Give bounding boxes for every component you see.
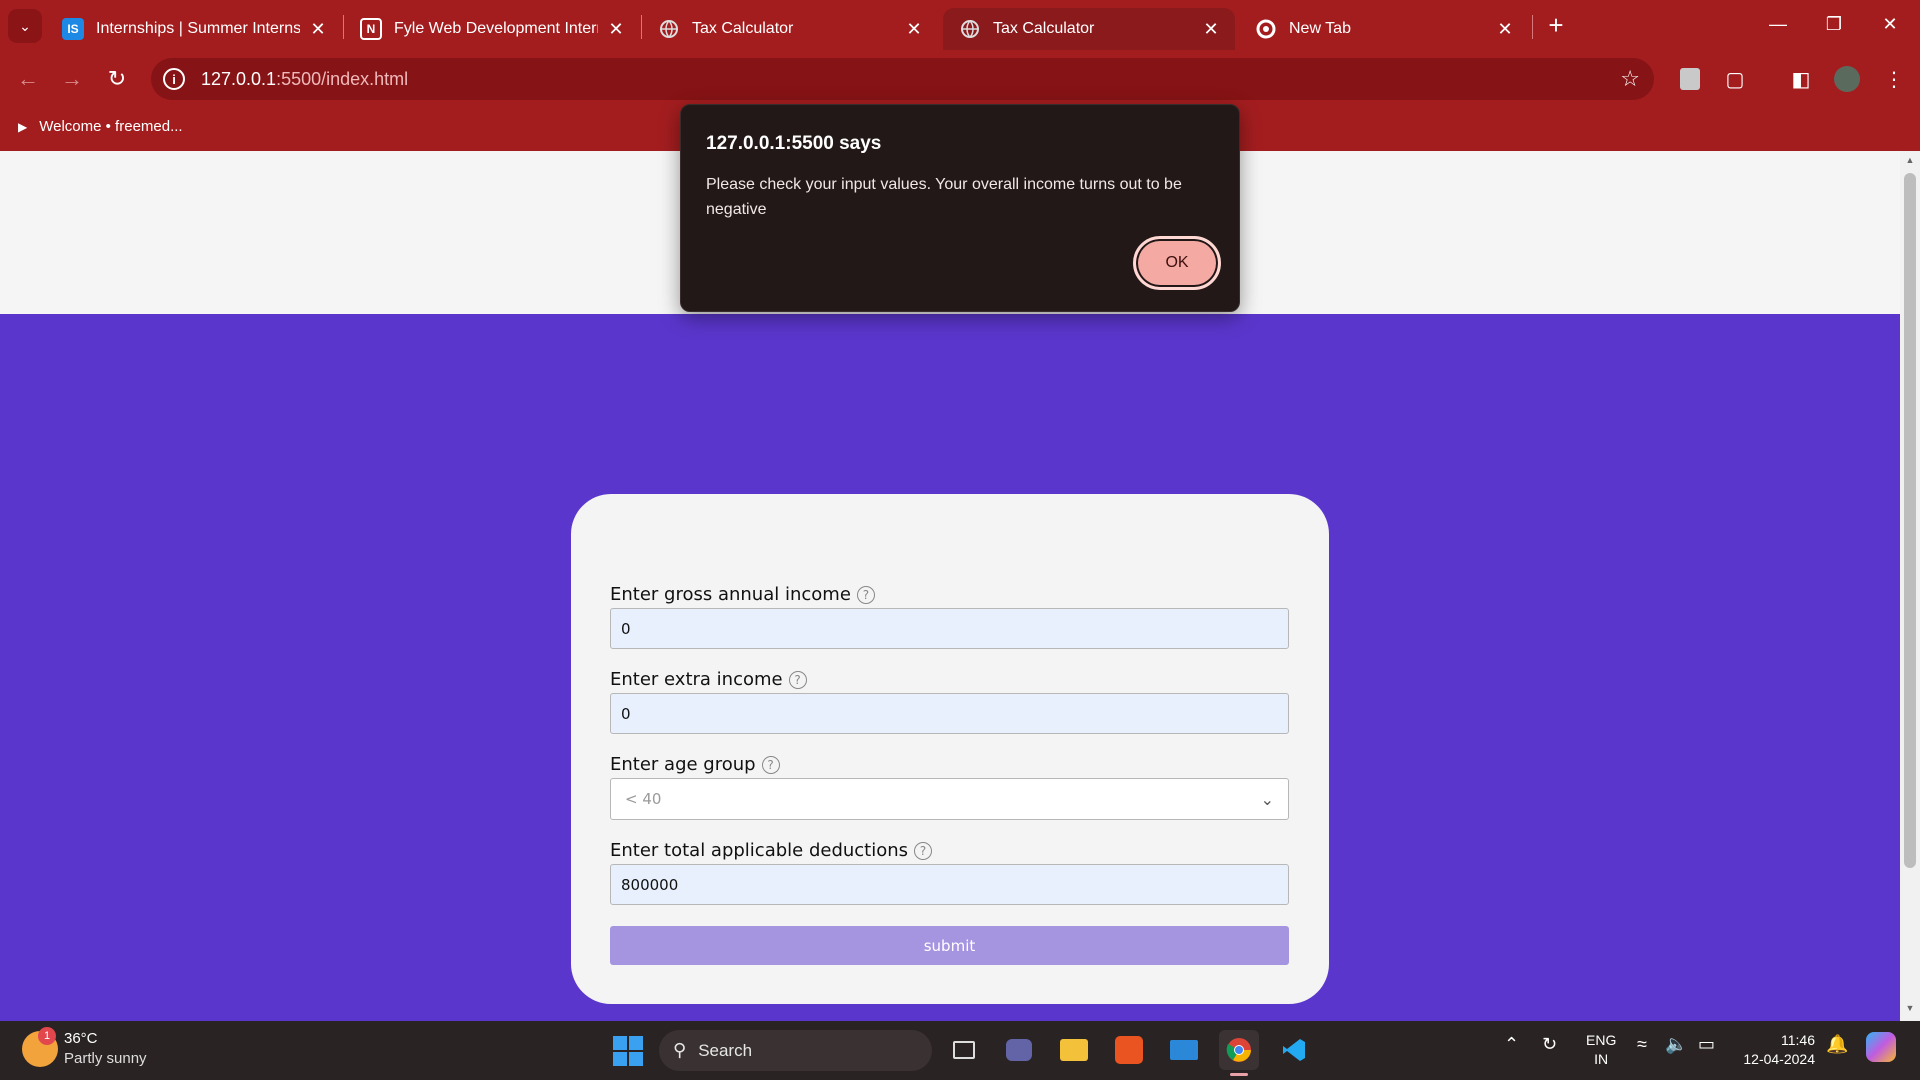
notification-badge: 1 xyxy=(38,1027,56,1045)
address-bar[interactable]: i 127.0.0.1:5500/index.html ☆ xyxy=(151,58,1654,100)
partly-sunny-icon: 1 xyxy=(22,1027,58,1067)
new-tab-plus-icon[interactable]: + xyxy=(1541,10,1571,40)
globe-icon xyxy=(658,18,680,40)
weather-widget[interactable]: 1 36°C Partly sunny xyxy=(22,1027,147,1069)
language-indicator[interactable]: ENG IN xyxy=(1586,1031,1616,1069)
deductions-input[interactable] xyxy=(610,864,1289,905)
help-icon[interactable]: ? xyxy=(856,585,875,604)
help-icon[interactable]: ? xyxy=(761,755,780,774)
side-panel-icon[interactable]: ◧ xyxy=(1784,62,1818,96)
bookmark-star-icon[interactable]: ☆ xyxy=(1620,66,1640,92)
bookmark-label: Welcome • freemed... xyxy=(39,118,183,135)
tab-tax-calculator-2[interactable]: Tax Calculator ✕ xyxy=(943,8,1235,50)
chevron-down-icon: ⌄ xyxy=(1260,789,1274,809)
gross-income-label: Enter gross annual income ? xyxy=(610,584,875,605)
tab-title: Tax Calculator xyxy=(692,20,794,37)
scroll-thumb[interactable] xyxy=(1904,173,1916,868)
vscode-icon[interactable] xyxy=(1274,1030,1314,1070)
copilot-icon[interactable] xyxy=(1866,1032,1896,1062)
tab-title: New Tab xyxy=(1289,20,1351,37)
tab-separator xyxy=(1532,15,1533,39)
help-icon[interactable]: ? xyxy=(914,841,933,860)
tray-overflow-chevron-icon[interactable]: ⌃ xyxy=(1504,1034,1519,1055)
close-icon[interactable]: ✕ xyxy=(1201,19,1221,39)
ubuntu-icon[interactable] xyxy=(1109,1030,1149,1070)
notification-bell-icon[interactable]: 🔔 xyxy=(1826,1034,1848,1055)
sync-icon[interactable]: ↻ xyxy=(1542,1034,1557,1055)
submit-button[interactable]: submit xyxy=(610,926,1289,965)
window-close-icon[interactable]: ✕ xyxy=(1862,0,1918,48)
url-text: 127.0.0.1:5500/index.html xyxy=(201,68,409,89)
alert-dialog: 127.0.0.1:5500 says Please check your in… xyxy=(680,104,1240,312)
ok-button[interactable]: OK xyxy=(1133,236,1221,290)
reload-icon[interactable]: ↻ xyxy=(100,62,134,96)
tab-tax-calculator-1[interactable]: Tax Calculator ✕ xyxy=(642,8,938,50)
task-view-icon[interactable] xyxy=(944,1030,984,1070)
tab-strip: ⌄ IS Internships | Summer Internship ✕ N… xyxy=(0,0,1920,50)
forward-arrow-icon[interactable]: → xyxy=(55,62,89,96)
minimize-icon[interactable]: — xyxy=(1750,0,1806,48)
globe-icon xyxy=(959,18,981,40)
browser-toolbar: ← → ↻ i 127.0.0.1:5500/index.html ☆ ▢ ◧ … xyxy=(0,50,1920,108)
chevron-down-icon: ⌄ xyxy=(19,17,31,34)
temperature-text: 36°C xyxy=(64,1030,98,1047)
file-explorer-icon[interactable] xyxy=(1054,1030,1094,1070)
age-group-value: < 40 xyxy=(625,790,662,808)
tab-new-tab[interactable]: New Tab ✕ xyxy=(1239,8,1529,50)
close-icon[interactable]: ✕ xyxy=(904,19,924,39)
tab-internships[interactable]: IS Internships | Summer Internship ✕ xyxy=(46,8,342,50)
extra-income-label: Enter extra income ? xyxy=(610,669,807,690)
volume-icon[interactable]: 🔈 xyxy=(1665,1034,1687,1055)
notion-favicon-icon: N xyxy=(360,18,382,40)
tab-title: Internships | Summer Internship xyxy=(96,20,300,37)
dialog-message: Please check your input values. Your ove… xyxy=(706,176,1182,218)
age-group-label: Enter age group ? xyxy=(610,754,780,775)
chrome-taskbar-icon[interactable] xyxy=(1219,1030,1259,1070)
taskbar-search[interactable]: ⚲ Search xyxy=(659,1030,932,1071)
site-info-icon[interactable]: i xyxy=(163,68,185,90)
tax-form-card: Enter gross annual income ? Enter extra … xyxy=(571,494,1329,1004)
teams-chat-icon[interactable] xyxy=(999,1030,1039,1070)
play-icon: ▶ xyxy=(18,119,28,134)
scroll-up-arrow-icon[interactable]: ▲ xyxy=(1904,155,1916,167)
menu-kebab-icon[interactable]: ⋮ xyxy=(1877,62,1911,96)
close-icon[interactable]: ✕ xyxy=(606,19,626,39)
search-icon: ⚲ xyxy=(673,1040,687,1060)
extension-icon[interactable] xyxy=(1673,62,1707,96)
chrome-icon xyxy=(1255,18,1277,40)
weather-text: Partly sunny xyxy=(64,1050,147,1067)
search-label: Search xyxy=(698,1040,753,1060)
windows-start-icon[interactable] xyxy=(613,1036,643,1066)
mail-icon[interactable] xyxy=(1164,1030,1204,1070)
extra-income-input[interactable] xyxy=(610,693,1289,734)
back-arrow-icon[interactable]: ← xyxy=(11,62,45,96)
tab-fyle[interactable]: N Fyle Web Development Internship ✕ xyxy=(344,8,640,50)
deductions-label: Enter total applicable deductions ? xyxy=(610,840,933,861)
page-scrollbar[interactable]: ▲ ▼ xyxy=(1900,151,1920,1021)
tab-title: Tax Calculator xyxy=(993,20,1095,37)
tab-search-button[interactable]: ⌄ xyxy=(8,9,42,43)
clock[interactable]: 11:46 12-04-2024 xyxy=(1735,1031,1815,1069)
close-icon[interactable]: ✕ xyxy=(308,19,328,39)
help-icon[interactable]: ? xyxy=(788,670,807,689)
internshala-favicon-icon: IS xyxy=(62,18,84,40)
windows-taskbar: 1 36°C Partly sunny ⚲ Search ⌃ ↻ ENG IN … xyxy=(0,1021,1920,1080)
extensions-puzzle-icon[interactable]: ▢ xyxy=(1718,62,1752,96)
profile-avatar[interactable] xyxy=(1830,62,1864,96)
tab-title: Fyle Web Development Internship xyxy=(394,20,598,37)
close-icon[interactable]: ✕ xyxy=(1495,19,1515,39)
gross-income-input[interactable] xyxy=(610,608,1289,649)
battery-icon[interactable]: ▭ xyxy=(1698,1034,1715,1055)
scroll-down-arrow-icon[interactable]: ▼ xyxy=(1904,1003,1916,1015)
age-group-select[interactable]: < 40 ⌄ xyxy=(610,778,1289,820)
active-app-indicator xyxy=(1230,1073,1248,1076)
bookmark-item[interactable]: ▶ Welcome • freemed... xyxy=(18,118,183,135)
restore-icon[interactable]: ❐ xyxy=(1806,0,1862,48)
wifi-icon[interactable]: ≈ xyxy=(1637,1034,1647,1055)
dialog-title: 127.0.0.1:5500 says xyxy=(706,133,882,154)
